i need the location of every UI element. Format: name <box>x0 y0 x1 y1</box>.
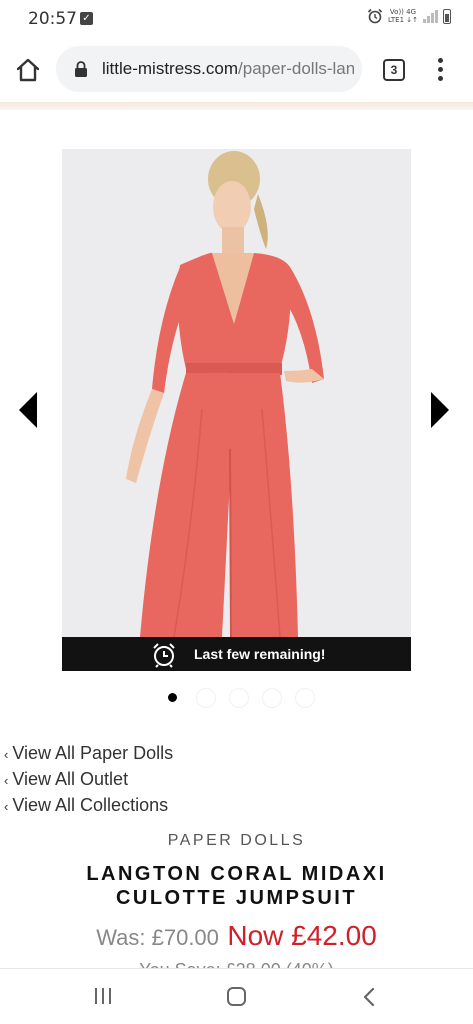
browser-toolbar: little-mistress.com/paper-dolls-lan 3 <box>0 38 473 102</box>
link-label: View All Outlet <box>12 769 129 789</box>
carousel-dot[interactable] <box>295 688 315 708</box>
carousel-dots <box>164 688 315 708</box>
home-icon[interactable] <box>14 56 42 84</box>
signal-icon <box>423 9 438 23</box>
alarm-icon <box>367 8 383 24</box>
notification-check-icon: ✓ <box>80 12 93 25</box>
overflow-menu-icon[interactable] <box>430 56 450 84</box>
previous-image-arrow-icon[interactable] <box>19 392 37 428</box>
now-price: Now £42.00 <box>227 920 377 951</box>
back-icon[interactable] <box>362 987 376 1007</box>
tab-switcher-button[interactable]: 3 <box>383 59 405 81</box>
next-image-arrow-icon[interactable] <box>431 392 449 428</box>
stock-banner: Last few remaining! <box>62 637 411 671</box>
battery-icon <box>443 8 451 24</box>
home-button-icon[interactable] <box>227 987 246 1006</box>
product-title: LANGTON CORAL MIDAXI CULOTTE JUMPSUIT <box>86 863 387 909</box>
address-bar[interactable]: little-mistress.com/paper-dolls-lan <box>56 46 362 92</box>
chevron-left-icon: ‹ <box>4 747 9 762</box>
view-all-outlet-link[interactable]: ‹ View All Outlet <box>4 767 173 793</box>
carousel-dot[interactable] <box>262 688 282 708</box>
link-label: View All Paper Dolls <box>12 743 174 763</box>
network-bottom-label: LTE1 ↓↑ <box>387 16 418 24</box>
status-bar: 20:57 ✓ Vo)) 4G LTE1 ↓↑ <box>0 0 473 38</box>
product-photo <box>62 149 411 637</box>
network-indicator: Vo)) 4G LTE1 ↓↑ <box>388 8 418 24</box>
was-price: Was: £70.00 <box>96 925 219 950</box>
network-top-label: Vo)) 4G <box>389 8 417 16</box>
page: 20:57 ✓ Vo)) 4G LTE1 ↓↑ little-mistress.… <box>0 0 473 1024</box>
stock-message: Last few remaining! <box>194 646 326 662</box>
url-domain: little-mistress.com <box>102 59 239 78</box>
carousel-dot[interactable] <box>168 693 177 702</box>
url-path: /paper-dolls-lan <box>238 59 354 78</box>
carousel-dot[interactable] <box>196 688 216 708</box>
url-text: little-mistress.com/paper-dolls-lan <box>102 59 354 79</box>
carousel-dot[interactable] <box>229 688 249 708</box>
site-header-strip <box>0 102 473 110</box>
recent-apps-icon[interactable] <box>95 988 113 1004</box>
alarm-clock-icon <box>153 643 175 668</box>
price-block: Was: £70.00 Now £42.00 <box>0 920 473 952</box>
collection-links: ‹ View All Paper Dolls ‹ View All Outlet ‹… <box>4 741 173 819</box>
status-icons: Vo)) 4G LTE1 ↓↑ <box>367 8 451 24</box>
view-all-paper-dolls-link[interactable]: ‹ View All Paper Dolls <box>4 741 173 767</box>
chevron-left-icon: ‹ <box>4 773 9 788</box>
brand-name: PAPER DOLLS <box>167 832 306 849</box>
status-time: 20:57 <box>28 9 77 29</box>
chevron-left-icon: ‹ <box>4 799 9 814</box>
view-all-collections-link[interactable]: ‹ View All Collections <box>4 793 173 819</box>
product-image-carousel[interactable]: Last few remaining! <box>62 149 411 671</box>
system-navigation-bar <box>0 968 473 1024</box>
link-label: View All Collections <box>12 795 169 815</box>
lock-icon <box>75 61 87 77</box>
